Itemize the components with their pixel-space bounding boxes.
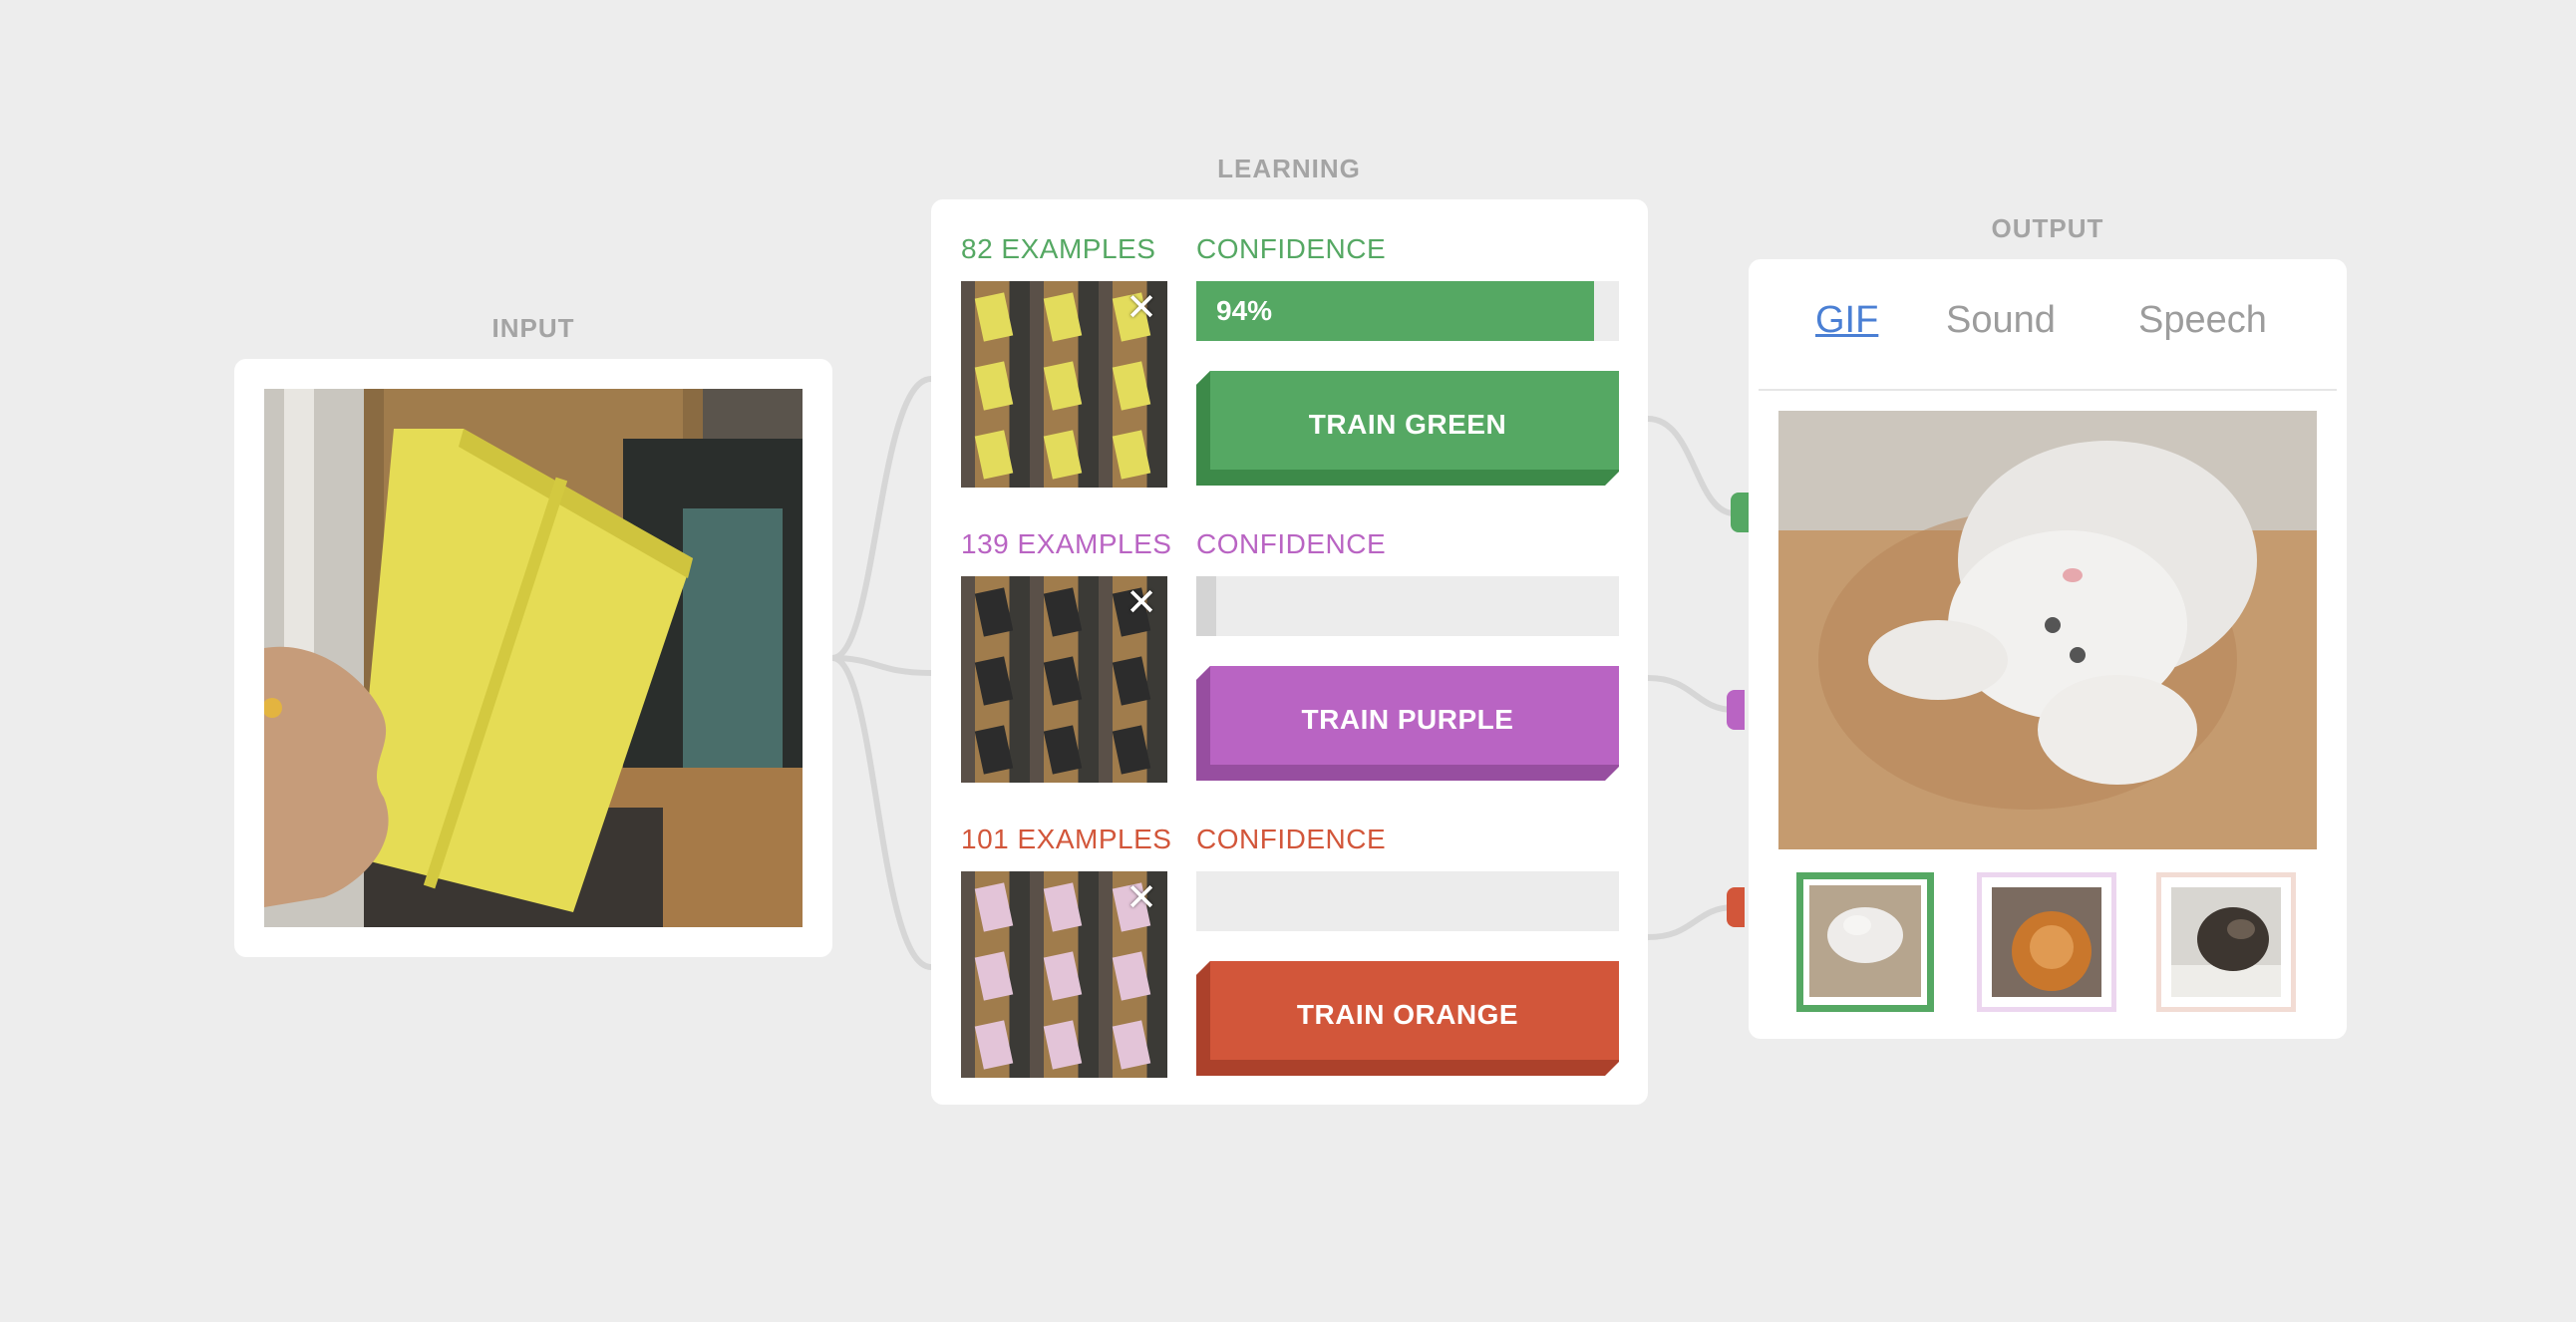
held-object: [1043, 951, 1083, 1001]
example-thumbnail: [1030, 645, 1099, 714]
held-object: [974, 292, 1014, 342]
example-thumbnail: [961, 350, 1030, 419]
example-thumbnail: [1030, 419, 1099, 488]
input-section-title: INPUT: [491, 313, 575, 343]
orange-examples-count: 101 EXAMPLES: [961, 824, 1172, 854]
green-clear-examples-icon[interactable]: ✕: [1126, 289, 1157, 327]
example-thumbnail: [1099, 714, 1167, 783]
held-object: [1043, 656, 1083, 706]
held-object: [974, 951, 1014, 1001]
orange-confidence-label: CONFIDENCE: [1196, 824, 1387, 854]
example-thumbnail: [1030, 576, 1099, 645]
example-thumbnail: [961, 871, 1030, 940]
held-object: [1043, 587, 1083, 637]
example-thumbnail: [961, 940, 1030, 1009]
held-object: [1112, 656, 1151, 706]
gif-option-white-kitten[interactable]: [1796, 872, 1934, 1012]
output-panel: GIF Sound Speech: [1749, 259, 2347, 1039]
purple-confidence-fill: [1196, 576, 1216, 636]
example-thumbnail: [961, 645, 1030, 714]
example-thumbnail: [961, 1009, 1030, 1078]
purple-example-thumbnails: ✕: [961, 576, 1167, 783]
purple-examples-count: 139 EXAMPLES: [961, 528, 1172, 559]
orange-confidence-bar: [1196, 871, 1619, 931]
held-object: [1043, 292, 1083, 342]
green-confidence-value: 94%: [1216, 295, 1273, 326]
example-thumbnail: [1030, 714, 1099, 783]
example-thumbnail: [961, 419, 1030, 488]
held-object: [1043, 882, 1083, 932]
example-thumbnail: [1099, 645, 1167, 714]
held-object: [1043, 361, 1083, 411]
held-object: [974, 656, 1014, 706]
held-object: [974, 430, 1014, 480]
class-row-purple: 139 EXAMPLES CONFIDENCE ✕ TRAIN PURPLE: [961, 528, 1619, 783]
gif-option-pomeranian[interactable]: [1977, 872, 2116, 1012]
held-object: [1043, 725, 1083, 775]
green-output-port: [1731, 493, 1749, 532]
held-object: [974, 361, 1014, 411]
held-object: [974, 725, 1014, 775]
learning-section-title: LEARNING: [1217, 154, 1361, 183]
class-row-orange: 101 EXAMPLES CONFIDENCE ✕ TRAIN ORANGE: [961, 824, 1619, 1078]
held-object: [1112, 1020, 1151, 1070]
purple-output-port: [1727, 690, 1745, 730]
example-thumbnail: [961, 281, 1030, 350]
green-confidence-label: CONFIDENCE: [1196, 233, 1387, 264]
train-orange-button[interactable]: TRAIN ORANGE: [1196, 961, 1619, 1076]
example-thumbnail: [1030, 281, 1099, 350]
output-section-title: OUTPUT: [1991, 213, 2104, 243]
gif-preview: [1778, 411, 2317, 849]
example-thumbnail: [1030, 940, 1099, 1009]
green-examples-count: 82 EXAMPLES: [961, 233, 1156, 264]
held-object: [974, 1020, 1014, 1070]
orange-output-port: [1727, 887, 1745, 927]
held-object: [1043, 1020, 1083, 1070]
example-thumbnail: [1099, 940, 1167, 1009]
green-confidence-bar: 94%: [1196, 281, 1619, 341]
held-object: [1112, 725, 1151, 775]
held-object: [1112, 430, 1151, 480]
example-thumbnail: [1030, 871, 1099, 940]
held-object: [974, 587, 1014, 637]
example-thumbnail: [1030, 350, 1099, 419]
tab-gif[interactable]: GIF: [1815, 299, 1878, 342]
tab-sound[interactable]: Sound: [1946, 299, 2056, 342]
input-panel: [234, 359, 832, 957]
webcam-feed: [264, 389, 803, 927]
example-thumbnail: [961, 714, 1030, 783]
train-orange-label: TRAIN ORANGE: [1296, 998, 1519, 1030]
train-green-button[interactable]: TRAIN GREEN: [1196, 371, 1619, 486]
held-object: [1043, 430, 1083, 480]
train-purple-label: TRAIN PURPLE: [1301, 703, 1514, 735]
held-object: [974, 882, 1014, 932]
output-tabs: GIF Sound Speech: [1749, 299, 2347, 349]
train-purple-button[interactable]: TRAIN PURPLE: [1196, 666, 1619, 781]
example-thumbnail: [961, 576, 1030, 645]
tab-divider: [1759, 389, 2337, 391]
green-example-thumbnails: ✕: [961, 281, 1167, 488]
purple-clear-examples-icon[interactable]: ✕: [1126, 584, 1157, 622]
class-row-green: 82 EXAMPLES CONFIDENCE ✕ 94% TRAIN GREEN: [961, 233, 1619, 488]
purple-confidence-label: CONFIDENCE: [1196, 528, 1387, 559]
gif-option-black-kitten[interactable]: [2156, 872, 2296, 1012]
example-thumbnail: [1099, 1009, 1167, 1078]
orange-example-thumbnails: ✕: [961, 871, 1167, 1078]
tab-speech[interactable]: Speech: [2138, 299, 2267, 342]
example-thumbnail: [1099, 419, 1167, 488]
held-object: [1112, 361, 1151, 411]
learning-panel: 82 EXAMPLES CONFIDENCE ✕ 94% TRAIN GREEN 139…: [931, 199, 1648, 1105]
train-green-label: TRAIN GREEN: [1308, 408, 1507, 440]
purple-confidence-bar: [1196, 576, 1619, 636]
example-thumbnail: [1030, 1009, 1099, 1078]
held-object: [1112, 951, 1151, 1001]
orange-clear-examples-icon[interactable]: ✕: [1126, 879, 1157, 917]
example-thumbnail: [1099, 350, 1167, 419]
